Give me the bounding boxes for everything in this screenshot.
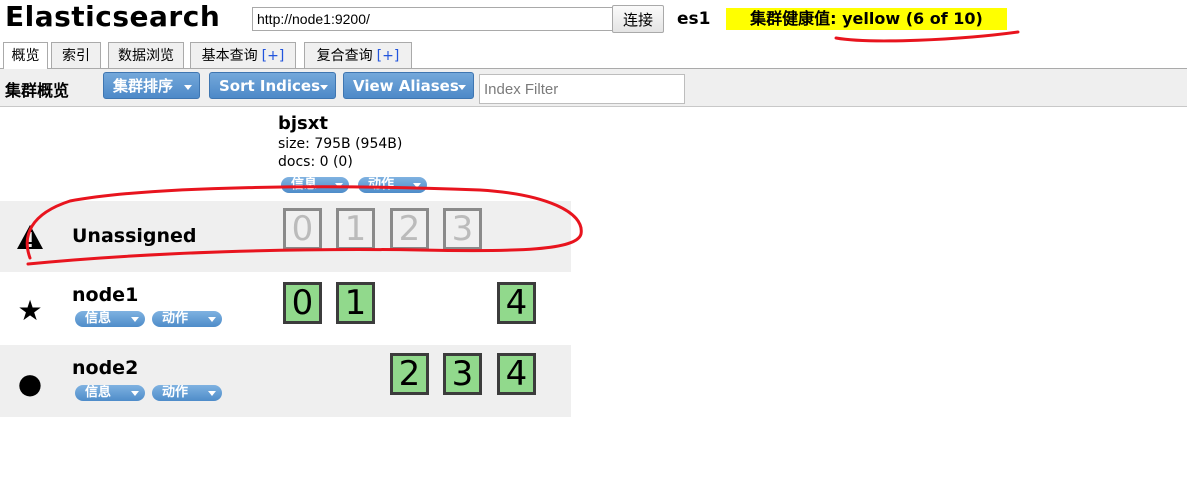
tab-indices[interactable]: 索引 <box>51 42 101 68</box>
warning-icon <box>16 223 44 251</box>
master-star-icon: ★ <box>17 294 43 327</box>
shard-unassigned[interactable]: 3 <box>443 208 482 250</box>
index-info-label: 信息 <box>291 177 318 192</box>
chevron-down-icon <box>184 85 192 90</box>
tab-basic-query[interactable]: 基本查询 [+] <box>190 42 296 68</box>
chevron-down-icon <box>208 391 216 396</box>
tab-label: 概览 <box>11 48 40 64</box>
shard-assigned[interactable]: 3 <box>443 353 482 395</box>
view-aliases-button[interactable]: View Aliases <box>343 72 474 99</box>
data-node-dot-icon: ● <box>17 367 43 400</box>
app-title: Elasticsearch <box>5 0 221 33</box>
node1-info-button[interactable]: 信息 <box>75 311 145 327</box>
sort-indices-button[interactable]: Sort Indices <box>209 72 336 99</box>
chevron-down-icon <box>131 391 139 396</box>
warning-icon-shape <box>17 225 43 249</box>
cluster-url-input[interactable] <box>252 7 614 31</box>
cluster-name: es1 <box>677 9 711 29</box>
index-name: bjsxt <box>278 113 328 134</box>
chevron-down-icon <box>413 183 421 188</box>
view-aliases-label: View Aliases <box>353 77 459 95</box>
chevron-down-icon <box>335 183 343 188</box>
sort-indices-label: Sort Indices <box>219 77 321 95</box>
node-name: node2 <box>72 357 139 379</box>
chevron-down-icon <box>208 317 216 322</box>
tab-label: 复合查询 <box>316 48 373 64</box>
shard-assigned[interactable]: 4 <box>497 282 536 324</box>
chevron-down-icon <box>320 85 328 90</box>
index-info-button[interactable]: 信息 <box>281 177 349 193</box>
node-action-label: 动作 <box>162 385 189 400</box>
node-name: Unassigned <box>72 225 197 247</box>
node2-action-button[interactable]: 动作 <box>152 385 222 401</box>
node-info-label: 信息 <box>85 311 112 326</box>
tab-label: 基本查询 <box>201 48 258 64</box>
node-name: node1 <box>72 284 139 306</box>
node-row-node2: ● node2 信息 动作 <box>0 345 571 417</box>
sort-cluster-label: 集群排序 <box>113 77 174 95</box>
tab-overview[interactable]: 概览 <box>3 42 48 69</box>
index-header: bjsxt size: 795B (954B) docs: 0 (0) <box>278 113 402 171</box>
tab-data-browse[interactable]: 数据浏览 <box>108 42 184 68</box>
chevron-down-icon <box>458 85 466 90</box>
node2-info-button[interactable]: 信息 <box>75 385 145 401</box>
sort-cluster-button[interactable]: 集群排序 <box>103 72 200 99</box>
tab-label: 数据浏览 <box>118 48 174 64</box>
tab-plus: [+] <box>376 48 400 64</box>
index-action-label: 动作 <box>368 177 395 192</box>
node1-action-button[interactable]: 动作 <box>152 311 222 327</box>
tab-compound-query[interactable]: 复合查询 [+] <box>304 42 412 68</box>
shard-assigned[interactable]: 0 <box>283 282 322 324</box>
index-size: size: 795B (954B) <box>278 136 403 152</box>
index-docs: docs: 0 (0) <box>278 154 353 170</box>
shard-assigned[interactable]: 2 <box>390 353 429 395</box>
shard-unassigned[interactable]: 0 <box>283 208 322 250</box>
node-action-label: 动作 <box>162 311 189 326</box>
shard-assigned[interactable]: 4 <box>497 353 536 395</box>
tab-label: 索引 <box>62 48 90 64</box>
index-filter-input[interactable] <box>479 74 685 104</box>
cluster-health-badge: 集群健康值: yellow (6 of 10) <box>726 8 1007 30</box>
tab-bar: 概览 索引 数据浏览 基本查询 [+] 复合查询 [+] <box>0 42 1187 69</box>
shard-unassigned[interactable]: 1 <box>336 208 375 250</box>
chevron-down-icon <box>131 317 139 322</box>
overview-toolbar: 集群概览 集群排序 Sort Indices View Aliases <box>0 69 1187 107</box>
overview-title: 集群概览 <box>5 81 70 100</box>
shard-assigned[interactable]: 1 <box>336 282 375 324</box>
connect-button[interactable]: 连接 <box>612 5 664 33</box>
shard-unassigned[interactable]: 2 <box>390 208 429 250</box>
tab-plus: [+] <box>261 48 285 64</box>
index-action-button[interactable]: 动作 <box>358 177 427 193</box>
node-info-label: 信息 <box>85 385 112 400</box>
header: Elasticsearch 连接 es1 集群健康值: yellow (6 of… <box>0 0 1187 40</box>
